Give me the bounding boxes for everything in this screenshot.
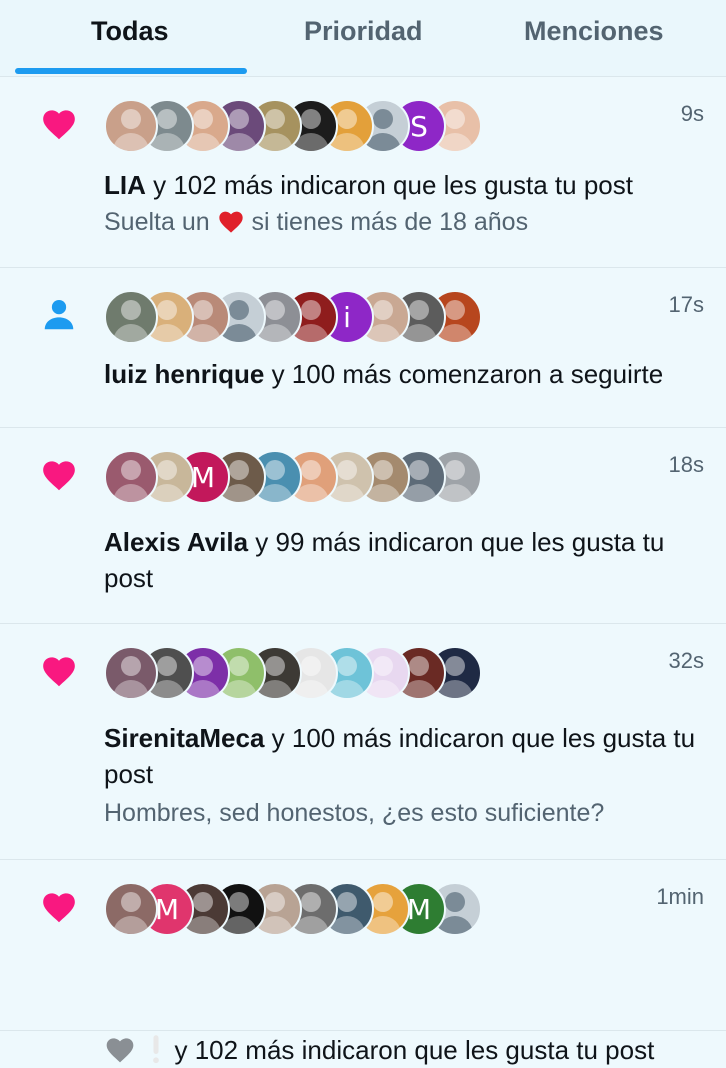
active-tab-indicator bbox=[15, 68, 247, 74]
notification-item[interactable]: MM 1min y 102 más indicaron que les gust… bbox=[0, 860, 726, 1065]
red-heart-emoji bbox=[218, 211, 243, 233]
avatar[interactable] bbox=[104, 99, 158, 153]
avatar-stack: i bbox=[104, 290, 482, 348]
notification-text: Alexis Avila y 99 más indicaron que les … bbox=[104, 524, 702, 596]
notification-text: y 102 más indicaron que les gusta tu pos… bbox=[104, 1032, 702, 1068]
exclamation-emoji bbox=[153, 1035, 160, 1064]
timestamp: 9s bbox=[680, 101, 704, 126]
tab-prioridad[interactable]: Prioridad bbox=[304, 16, 423, 47]
avatar-stack: M bbox=[104, 450, 482, 508]
avatar[interactable] bbox=[104, 646, 158, 700]
avatar-stack: MM bbox=[104, 882, 482, 940]
avatar[interactable] bbox=[104, 290, 158, 344]
timestamp: 32s bbox=[668, 648, 704, 673]
action-text: y 102 más indicaron que les gusta tu pos… bbox=[174, 1035, 655, 1065]
post-preview: Hombres, sed honestos, ¿es esto suficien… bbox=[104, 799, 605, 827]
notification-item[interactable]: i 17s luiz henrique y 100 más comenzaron… bbox=[0, 268, 726, 428]
heart-icon bbox=[43, 461, 75, 491]
actor-name[interactable]: Alexis Avila bbox=[104, 527, 248, 557]
tab-menciones[interactable]: Menciones bbox=[524, 16, 664, 47]
notification-text: LIA y 102 más indicaron que les gusta tu… bbox=[104, 167, 702, 203]
notification-text: SirenitaMeca y 100 más indicaron que les… bbox=[104, 720, 702, 792]
actor-name[interactable]: SirenitaMeca bbox=[104, 723, 264, 753]
avatar[interactable] bbox=[104, 450, 158, 504]
heart-icon bbox=[43, 110, 75, 140]
heart-icon bbox=[43, 657, 75, 687]
notification-tabs: Todas Prioridad Menciones bbox=[0, 0, 726, 77]
avatar-stack bbox=[104, 646, 482, 704]
actor-name[interactable]: LIA bbox=[104, 170, 146, 200]
notification-item[interactable]: M 18s Alexis Avila y 99 más indicaron qu… bbox=[0, 428, 726, 624]
timestamp: 17s bbox=[668, 292, 704, 317]
person-icon bbox=[44, 299, 74, 330]
grey-heart-emoji bbox=[106, 1038, 134, 1063]
action-text: y 100 más comenzaron a seguirte bbox=[264, 359, 664, 389]
action-text: y 102 más indicaron que les gusta tu pos… bbox=[145, 170, 633, 200]
actor-name[interactable]: luiz henrique bbox=[104, 359, 264, 389]
notification-text: luiz henrique y 100 más comenzaron a seg… bbox=[104, 356, 702, 392]
avatar-stack: S bbox=[104, 99, 482, 157]
avatar[interactable] bbox=[104, 882, 158, 936]
notification-item[interactable]: 32s SirenitaMeca y 100 más indicaron que… bbox=[0, 624, 726, 860]
timestamp: 18s bbox=[668, 452, 704, 477]
timestamp: 1min bbox=[656, 884, 704, 909]
notification-item[interactable]: S 9s LIA y 102 más indicaron que les gus… bbox=[0, 77, 726, 268]
post-preview: Suelta un si tienes más de 18 años bbox=[104, 208, 529, 236]
heart-icon bbox=[43, 893, 75, 923]
tab-todas[interactable]: Todas bbox=[91, 16, 169, 47]
